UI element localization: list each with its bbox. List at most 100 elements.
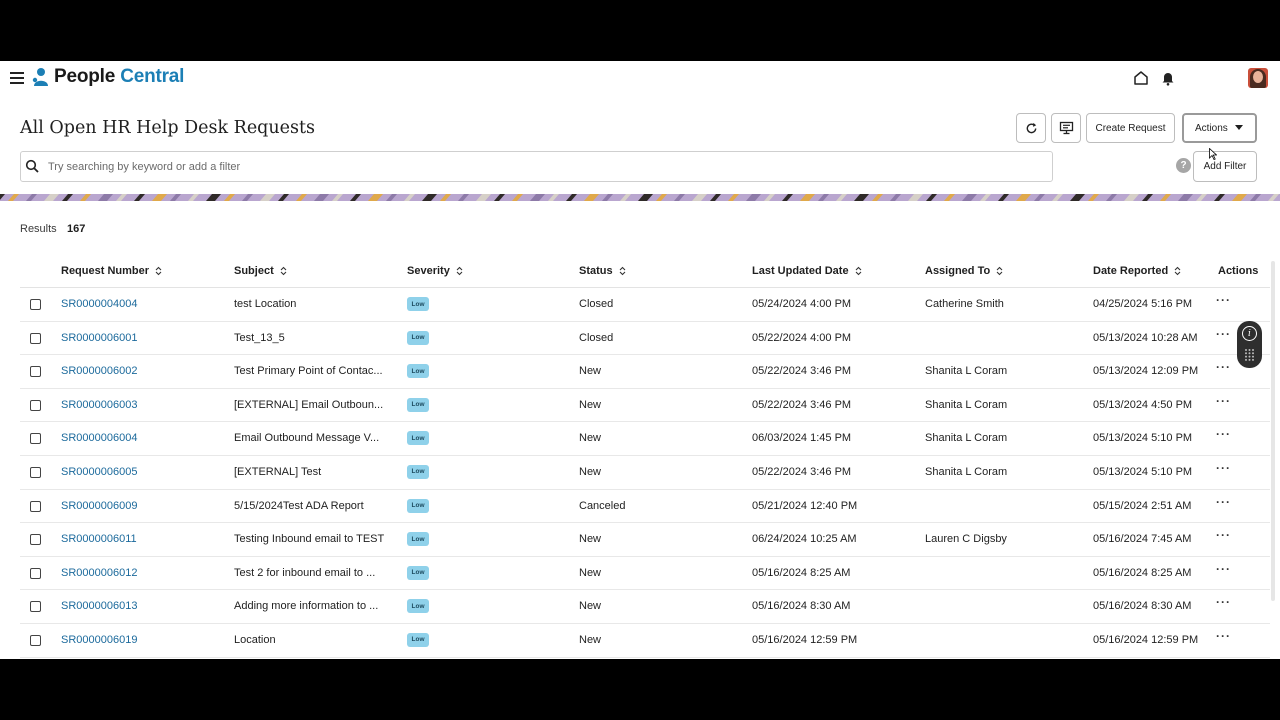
request-number-link[interactable]: SR0000006003: [61, 399, 137, 411]
row-more-actions-icon[interactable]: ···: [1216, 461, 1231, 475]
search-icon: [25, 159, 39, 173]
row-checkbox[interactable]: [30, 299, 41, 310]
create-request-button[interactable]: Create Request: [1086, 113, 1175, 143]
subject-cell: Adding more information to ...: [234, 600, 379, 613]
last-updated-cell: 05/22/2024 3:46 PM: [752, 365, 852, 378]
severity-badge: Low: [407, 330, 429, 345]
row-more-actions-icon[interactable]: ···: [1216, 327, 1231, 341]
row-checkbox[interactable]: [30, 466, 41, 478]
status-cell: New: [579, 432, 602, 445]
subject-cell: Location: [234, 633, 276, 646]
brand-logo[interactable]: People Central: [32, 66, 184, 88]
row-checkbox[interactable]: [30, 601, 41, 613]
request-number-link[interactable]: SR0000006009: [61, 500, 137, 512]
row-checkbox[interactable]: [30, 534, 41, 546]
status-cell: New: [579, 600, 602, 613]
brand-name: People Central: [54, 66, 185, 87]
sort-icon: [280, 266, 287, 276]
request-number-link[interactable]: SR0000006002: [61, 365, 137, 377]
table-row[interactable]: SR0000004004 test Location Low Closed 05…: [20, 288, 1270, 322]
column-header-date-reported[interactable]: Date Reported: [1093, 265, 1181, 277]
request-number-link[interactable]: SR0000006004: [61, 432, 137, 444]
help-icon[interactable]: ?: [1176, 158, 1191, 173]
table-row[interactable]: SR0000006002 Test Primary Point of Conta…: [20, 355, 1270, 389]
results-count: 167: [67, 223, 86, 235]
date-reported-cell: 05/16/2024 12:59 PM: [1093, 633, 1199, 646]
user-avatar[interactable]: [1248, 68, 1268, 88]
request-number-link[interactable]: SR0000006011: [61, 533, 137, 545]
row-checkbox[interactable]: [30, 366, 41, 378]
last-updated-cell: 05/16/2024 8:25 AM: [752, 566, 851, 579]
info-icon[interactable]: i: [1242, 326, 1257, 341]
floating-assistant-widget[interactable]: i: [1237, 321, 1262, 368]
severity-badge: Low: [407, 464, 429, 479]
row-more-actions-icon[interactable]: ···: [1216, 293, 1231, 307]
row-checkbox[interactable]: [30, 500, 41, 512]
assigned-to-cell: Shanita L Coram: [925, 465, 1008, 478]
row-more-actions-icon[interactable]: ···: [1216, 562, 1231, 576]
request-number-link[interactable]: SR0000006001: [61, 332, 137, 344]
table-row[interactable]: SR0000006003 [EXTERNAL] Email Outboun...…: [20, 389, 1270, 423]
search-bar[interactable]: [20, 151, 1053, 182]
decorative-pattern-band: [0, 194, 1280, 201]
actions-menu-button[interactable]: Actions: [1182, 113, 1257, 143]
column-header-last-updated[interactable]: Last Updated Date: [752, 265, 862, 277]
status-cell: New: [579, 566, 602, 579]
severity-badge: Low: [407, 431, 429, 446]
table-scrollbar[interactable]: [1271, 261, 1275, 601]
present-view-button[interactable]: [1051, 113, 1081, 143]
row-checkbox[interactable]: [30, 433, 41, 445]
assigned-to-cell: Shanita L Coram: [925, 398, 1008, 411]
table-row[interactable]: SR0000006013 Adding more information to …: [20, 590, 1270, 624]
row-more-actions-icon[interactable]: ···: [1216, 595, 1231, 609]
request-number-link[interactable]: SR0000004004: [61, 298, 137, 310]
drag-handle-icon[interactable]: [1244, 348, 1255, 362]
home-icon[interactable]: [1133, 70, 1149, 86]
date-reported-cell: 05/13/2024 10:28 AM: [1093, 331, 1198, 344]
column-header-assigned-to[interactable]: Assigned To: [925, 265, 1003, 277]
column-header-severity[interactable]: Severity: [407, 265, 463, 277]
request-number-link[interactable]: SR0000006012: [61, 567, 137, 579]
row-more-actions-icon[interactable]: ···: [1216, 629, 1231, 643]
row-more-actions-icon[interactable]: ···: [1216, 528, 1231, 542]
severity-badge: Low: [407, 532, 429, 547]
column-header-status[interactable]: Status: [579, 265, 626, 277]
subject-cell: Testing Inbound email to TEST: [234, 533, 385, 546]
column-header-actions: Actions: [1218, 265, 1259, 277]
column-header-request-number[interactable]: Request Number: [61, 265, 162, 277]
row-checkbox[interactable]: [30, 399, 41, 411]
refresh-button[interactable]: [1016, 113, 1046, 143]
row-more-actions-icon[interactable]: ···: [1216, 427, 1231, 441]
assigned-to-cell: Shanita L Coram: [925, 432, 1008, 445]
request-number-link[interactable]: SR0000006019: [61, 634, 137, 646]
status-cell: New: [579, 365, 602, 378]
date-reported-cell: 05/15/2024 2:51 AM: [1093, 499, 1192, 512]
sort-icon: [1174, 266, 1181, 276]
column-header-subject[interactable]: Subject: [234, 265, 287, 277]
table-row[interactable]: SR0000006005 [EXTERNAL] Test Low New 05/…: [20, 456, 1270, 490]
hamburger-menu-icon[interactable]: [10, 72, 24, 84]
last-updated-cell: 05/22/2024 3:46 PM: [752, 465, 852, 478]
notifications-bell-icon[interactable]: [1160, 70, 1176, 86]
refresh-icon: [1026, 122, 1036, 133]
row-more-actions-icon[interactable]: ···: [1216, 495, 1231, 509]
table-row[interactable]: SR0000006009 5/15/2024Test ADA Report Lo…: [20, 490, 1270, 524]
assigned-to-cell: Lauren C Digsby: [925, 533, 1007, 546]
table-header: Request Number Subject Severity Status L…: [20, 254, 1270, 288]
table-row[interactable]: SR0000006019 Location Low New 05/16/2024…: [20, 624, 1270, 658]
date-reported-cell: 05/13/2024 5:10 PM: [1093, 432, 1193, 445]
table-row[interactable]: SR0000006001 Test_13_5 Low Closed 05/22/…: [20, 322, 1270, 356]
row-checkbox[interactable]: [30, 567, 41, 579]
request-number-link[interactable]: SR0000006013: [61, 600, 137, 612]
row-checkbox[interactable]: [30, 634, 41, 646]
table-row[interactable]: SR0000006004 Email Outbound Message V...…: [20, 422, 1270, 456]
request-number-link[interactable]: SR0000006005: [61, 466, 137, 478]
table-row[interactable]: SR0000006011 Testing Inbound email to TE…: [20, 523, 1270, 557]
row-checkbox[interactable]: [30, 332, 41, 344]
row-more-actions-icon[interactable]: ···: [1216, 360, 1231, 374]
row-more-actions-icon[interactable]: ···: [1216, 394, 1231, 408]
add-filter-button[interactable]: Add Filter: [1193, 151, 1257, 182]
table-row[interactable]: SR0000006012 Test 2 for inbound email to…: [20, 557, 1270, 591]
search-input[interactable]: [48, 156, 1038, 178]
last-updated-cell: 06/03/2024 1:45 PM: [752, 432, 852, 445]
